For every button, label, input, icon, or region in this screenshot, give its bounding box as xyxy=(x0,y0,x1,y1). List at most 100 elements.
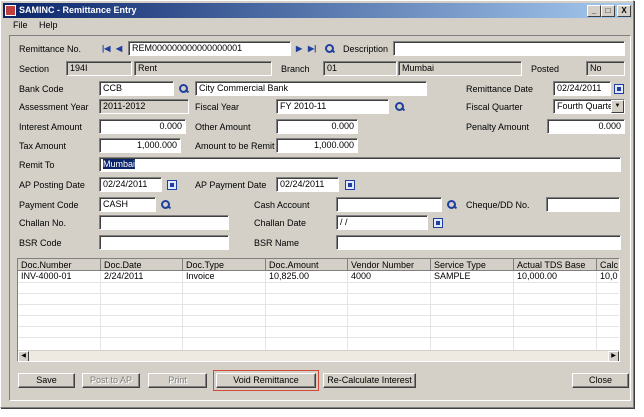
grid-row-line xyxy=(18,326,619,327)
grid-row-line xyxy=(18,293,619,294)
bsr-name-field[interactable] xyxy=(336,235,621,250)
cheque-field[interactable] xyxy=(546,197,620,212)
minimize-button[interactable]: _ xyxy=(587,5,601,17)
posted-label: Posted xyxy=(531,64,560,74)
fiscal-year-label: Fiscal Year xyxy=(195,102,240,112)
close-window-button[interactable]: X xyxy=(617,5,631,17)
cheque-label: Cheque/DD No. xyxy=(466,200,530,210)
challan-no-field[interactable] xyxy=(99,215,229,230)
column-header[interactable]: Actual TDS Base xyxy=(514,259,597,271)
fiscal-quarter-dropdown-icon[interactable]: ▼ xyxy=(611,100,624,113)
remittance-date-label: Remittance Date xyxy=(466,84,534,94)
app-icon xyxy=(5,5,16,16)
remit-to-field[interactable]: Mumbai xyxy=(99,157,621,172)
grid-col-line xyxy=(265,271,266,351)
next-record-icon[interactable]: ▶ xyxy=(296,43,302,55)
fiscal-year-search-icon[interactable] xyxy=(394,101,406,113)
ap-payment-date-field[interactable]: 02/24/2011 xyxy=(276,177,339,192)
cell-doc-amount: 10,825.00 xyxy=(269,271,310,281)
remittance-entry-window: SAMINC - Remittance Entry _ □ X File Hel… xyxy=(0,0,634,408)
tax-amount-field[interactable]: 1,000.000 xyxy=(99,138,181,153)
cell-vendor-number: 4000 xyxy=(351,271,372,281)
column-header[interactable]: Service Type xyxy=(431,259,514,271)
cash-account-field[interactable] xyxy=(336,197,442,212)
maximize-button[interactable]: □ xyxy=(601,5,615,17)
recalculate-interest-button[interactable]: Re-Calculate Interest xyxy=(323,373,416,388)
ap-payment-date-calendar-icon[interactable] xyxy=(345,180,355,190)
branch-label: Branch xyxy=(281,64,310,74)
grid-row-line xyxy=(18,304,619,305)
bsr-name-label: BSR Name xyxy=(254,238,300,248)
challan-date-field[interactable]: / / xyxy=(336,215,428,230)
section-code-field: 194I xyxy=(66,61,132,76)
column-header[interactable]: Doc.Number xyxy=(18,259,101,271)
cash-account-search-icon[interactable] xyxy=(446,199,458,211)
menu-file[interactable]: File xyxy=(13,20,28,30)
bank-code-label: Bank Code xyxy=(19,84,64,94)
branch-name-field: Mumbai xyxy=(398,61,522,76)
challan-date-calendar-icon[interactable] xyxy=(433,218,443,228)
remittance-date-field[interactable]: 02/24/2011 xyxy=(553,81,611,96)
interest-amount-field[interactable]: 0.000 xyxy=(99,119,186,134)
cell-calc: 10,0 xyxy=(600,271,618,281)
description-field[interactable] xyxy=(393,41,625,56)
column-header[interactable]: Doc.Date xyxy=(101,259,183,271)
ap-posting-date-field[interactable]: 02/24/2011 xyxy=(99,177,162,192)
payment-code-field[interactable]: CASH xyxy=(99,197,156,212)
grid-col-line xyxy=(100,271,101,351)
grid-row-line xyxy=(18,315,619,316)
bsr-code-label: BSR Code xyxy=(19,238,62,248)
ap-posting-date-calendar-icon[interactable] xyxy=(167,180,177,190)
other-amount-field[interactable]: 0.000 xyxy=(276,119,358,134)
previous-record-icon[interactable]: ◀ xyxy=(116,43,122,55)
menu-help[interactable]: Help xyxy=(39,20,58,30)
cell-doc-date: 2/24/2011 xyxy=(104,271,144,281)
column-header[interactable]: Vendor Number xyxy=(348,259,431,271)
scroll-left-icon[interactable]: ◀ xyxy=(18,351,29,361)
remittance-search-icon[interactable] xyxy=(324,43,336,55)
cash-account-label: Cash Account xyxy=(254,200,310,210)
other-amount-label: Other Amount xyxy=(195,122,251,132)
remittance-no-field[interactable]: REM000000000000000001 xyxy=(128,41,291,56)
horizontal-scrollbar[interactable]: ◀ ▶ xyxy=(18,350,619,361)
fiscal-year-field[interactable]: FY 2010-11 xyxy=(276,99,389,114)
section-label: Section xyxy=(19,64,50,74)
grid-col-line xyxy=(513,271,514,351)
cell-service-type: SAMPLE xyxy=(434,271,471,281)
bank-search-icon[interactable] xyxy=(178,83,190,95)
assessment-year-field: 2011-2012 xyxy=(99,99,189,114)
bank-name-field: City Commercial Bank xyxy=(195,81,427,96)
ap-posting-date-label: AP Posting Date xyxy=(19,180,85,190)
first-record-icon[interactable]: |◀ xyxy=(102,43,110,55)
grid-col-line xyxy=(347,271,348,351)
window-title: SAMINC - Remittance Entry xyxy=(19,5,137,15)
penalty-amount-field[interactable]: 0.000 xyxy=(547,119,625,134)
challan-no-label: Challan No. xyxy=(19,218,67,228)
last-record-icon[interactable]: ▶| xyxy=(308,43,316,55)
post-to-ap-button[interactable]: Post to AP xyxy=(82,373,140,388)
bank-code-field[interactable]: CCB xyxy=(99,81,174,96)
remit-to-value: Mumbai xyxy=(103,159,136,169)
column-header[interactable]: Doc.Type xyxy=(183,259,266,271)
save-button[interactable]: Save xyxy=(18,373,75,388)
column-header[interactable]: Calc xyxy=(597,259,619,271)
print-button[interactable]: Print xyxy=(148,373,207,388)
close-button[interactable]: Close xyxy=(572,373,629,388)
amount-to-remit-field: 1,000.000 xyxy=(276,138,358,153)
cell-actual-tds-base: 10,000.00 xyxy=(517,271,558,281)
grid-col-line xyxy=(182,271,183,351)
payment-code-search-icon[interactable] xyxy=(160,199,172,211)
description-label: Description xyxy=(343,44,389,54)
document-grid[interactable]: Doc.Number Doc.Date Doc.Type Doc.Amount … xyxy=(17,258,620,362)
amount-to-remit-label: Amount to be Remit xyxy=(195,141,275,151)
column-header[interactable]: Doc.Amount xyxy=(266,259,348,271)
interest-amount-label: Interest Amount xyxy=(19,122,83,132)
cell-doc-number: INV-4000-01 xyxy=(21,271,72,281)
remittance-date-calendar-icon[interactable] xyxy=(614,84,624,94)
grid-row-line xyxy=(18,282,619,283)
fiscal-quarter-label: Fiscal Quarter xyxy=(466,102,523,112)
bsr-code-field[interactable] xyxy=(99,235,229,250)
ap-payment-date-label: AP Payment Date xyxy=(195,180,267,190)
void-remittance-highlight xyxy=(213,370,319,391)
scroll-right-icon[interactable]: ▶ xyxy=(608,351,619,361)
